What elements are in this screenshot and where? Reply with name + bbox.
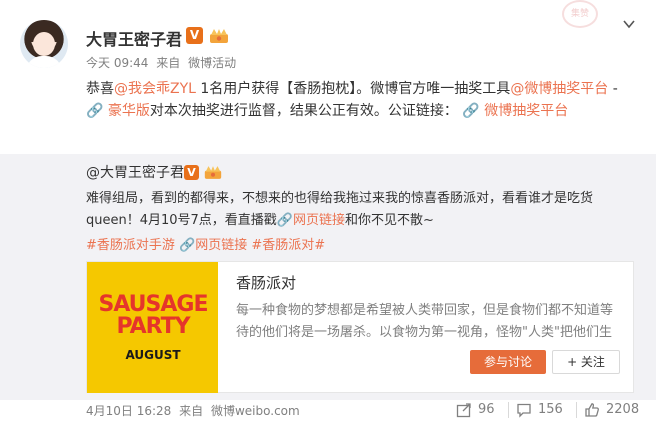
user-mention-link[interactable]: @我会乖ZYL	[114, 81, 196, 97]
web-link[interactable]: 网页链接	[195, 238, 247, 253]
text-part: 恭喜	[86, 81, 114, 97]
comment-count: 156	[538, 402, 563, 417]
verified-icon: V	[184, 165, 199, 180]
join-discussion-button[interactable]: 参与讨论	[470, 350, 546, 374]
like-icon	[585, 402, 599, 417]
link-icon: 🔗	[179, 238, 196, 253]
retweet-footer-meta: 4月10日 16:28 来自 微博weibo.com	[86, 402, 304, 419]
verified-icon: V	[186, 27, 203, 44]
post-time[interactable]: 今天 09:44	[86, 56, 148, 70]
from-label: 来自	[156, 56, 181, 70]
retweet-text: 难得组局，看到的都得来，不想来的也得给我拖过来我的惊喜香肠派对，看看谁才是吃货q…	[86, 188, 638, 232]
comment-icon	[517, 403, 531, 418]
avatar[interactable]	[20, 20, 68, 68]
link-icon: 🔗	[457, 103, 485, 119]
card-description: 每一种食物的梦想都是希望被人类带回家，但是食物们都不知道等待的他们将是一场屠杀。…	[236, 303, 614, 340]
retweet-container: @大胃王密子君 V 难得组局，看到的都得来，不想来的也得给我拖过来我的惊喜香肠派…	[0, 154, 656, 400]
text-part: 对本次抽奖进行监督，结果公正有效。公证链接：	[149, 103, 458, 119]
text-part: 1名用户获得【香肠抱枕】。微博官方唯一抽奖工具	[195, 81, 511, 97]
certificate-link[interactable]: 微博抽奖平台	[484, 103, 568, 119]
web-link[interactable]: 网页链接	[293, 213, 345, 228]
like-button[interactable]: 2208	[584, 400, 639, 420]
retweet-tags: #香肠派对手游 🔗网页链接 #香肠派对#	[86, 234, 325, 253]
poster-title: SAUSAGE PARTY	[98, 292, 208, 339]
like-count: 2208	[606, 402, 640, 417]
link-icon: 🔗	[86, 103, 108, 119]
poster-subtitle: AUGUST	[125, 348, 181, 362]
author-name[interactable]: 大胃王密子君	[86, 26, 182, 50]
repost-count: 96	[478, 402, 495, 417]
chevron-down-icon[interactable]	[619, 16, 639, 36]
text-part: 和你不见不散~	[345, 213, 434, 228]
premium-link[interactable]: 豪华版	[108, 103, 150, 119]
crown-icon	[204, 166, 222, 179]
repost-icon	[456, 402, 471, 417]
link-icon: 🔗	[276, 213, 293, 228]
card-title[interactable]: 香肠派对	[236, 272, 296, 293]
post-text: 恭喜@我会乖ZYL 1名用户获得【香肠抱枕】。微博官方唯一抽奖工具@微博抽奖平台…	[86, 78, 638, 122]
retweet-source[interactable]: 微博weibo.com	[211, 404, 300, 418]
weibo-post: 大胃王密子君 V 集赞 今天 09:44 来自 微博活动 恭喜@我会乖ZYL 1…	[0, 0, 656, 425]
topic-tag[interactable]: #香肠派对#	[251, 238, 325, 253]
topic-card[interactable]: SAUSAGE PARTY AUGUST 香肠派对 每一种食物的梦想都是希望被人…	[86, 261, 634, 393]
divider	[508, 402, 509, 418]
avatar-face	[33, 32, 55, 56]
avatar-shirt	[26, 56, 62, 68]
topic-game-tag[interactable]: #香肠派对手游	[86, 238, 175, 253]
lottery-tool-link[interactable]: @微博抽奖平台	[510, 81, 608, 97]
post-source[interactable]: 微博活动	[188, 56, 236, 70]
retweet-author[interactable]: @大胃王密子君	[86, 162, 184, 182]
text-part: -	[608, 81, 618, 97]
comment-button[interactable]: 156	[516, 400, 563, 420]
from-label: 来自	[179, 404, 204, 418]
divider	[576, 402, 577, 418]
post-meta: 今天 09:44 来自 微博活动	[86, 54, 240, 71]
stamp-watermark: 集赞	[562, 0, 598, 28]
follow-button[interactable]: + 关注	[552, 350, 620, 374]
poster-image[interactable]: SAUSAGE PARTY AUGUST	[87, 262, 218, 393]
repost-button[interactable]: 96	[456, 400, 495, 420]
crown-icon	[210, 29, 228, 43]
retweet-time[interactable]: 4月10日 16:28	[86, 404, 171, 418]
